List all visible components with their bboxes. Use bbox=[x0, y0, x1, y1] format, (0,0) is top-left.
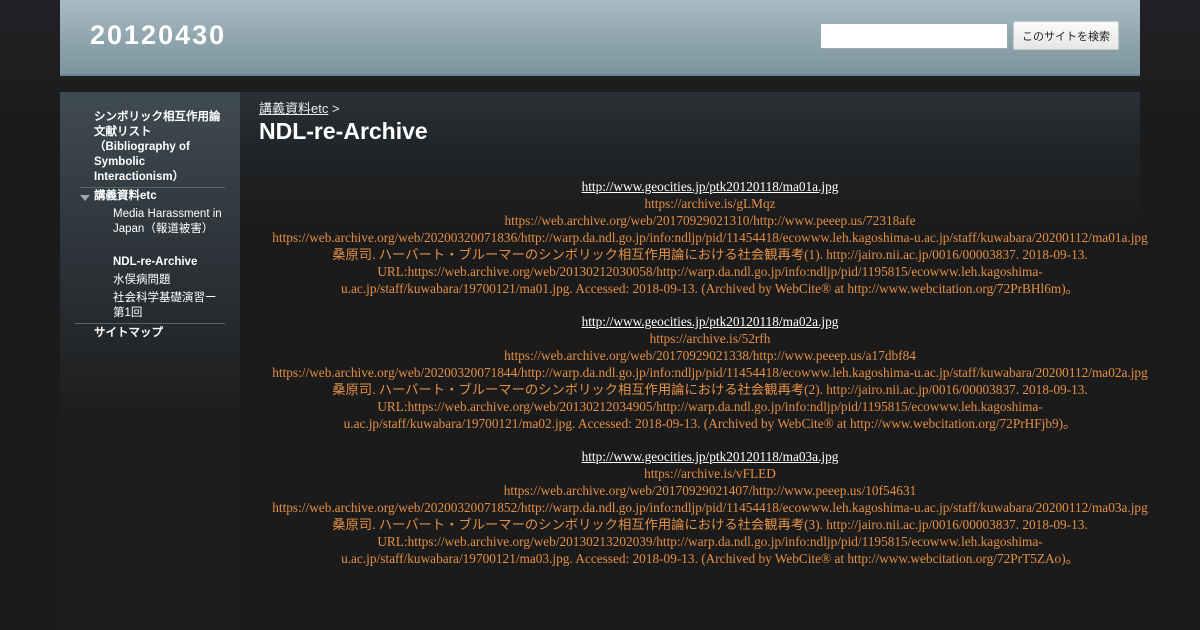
wayback-ndl-link[interactable]: https://web.archive.org/web/202003200718… bbox=[270, 499, 1150, 516]
sidebar-nav: シンボリック相互作用論文献リスト（Bibliography of Symboli… bbox=[60, 92, 240, 630]
citation-text: 桑原司. ハーバート・ブルーマーのシンボリック相互作用論における社会観再考(3)… bbox=[332, 517, 1088, 566]
citation-text: 桑原司. ハーバート・ブルーマーのシンボリック相互作用論における社会観再考(2)… bbox=[332, 382, 1088, 431]
search-button[interactable]: このサイトを検索 bbox=[1013, 21, 1119, 50]
wayback-ndl-link[interactable]: https://web.archive.org/web/202003200718… bbox=[270, 364, 1150, 381]
original-link[interactable]: http://www.geocities.jp/ptk20120118/ma01… bbox=[270, 178, 1150, 195]
original-link[interactable]: http://www.geocities.jp/ptk20120118/ma02… bbox=[270, 313, 1150, 330]
sidebar-item-bibliography[interactable]: シンボリック相互作用論文献リスト（Bibliography of Symboli… bbox=[94, 110, 224, 185]
archive-entry: http://www.geocities.jp/ptk20120118/ma03… bbox=[270, 448, 1150, 567]
archive-entries: http://www.geocities.jp/ptk20120118/ma01… bbox=[270, 178, 1150, 583]
sidebar-divider bbox=[80, 187, 225, 188]
original-link[interactable]: http://www.geocities.jp/ptk20120118/ma03… bbox=[270, 448, 1150, 465]
wayback-peeep-link[interactable]: https://web.archive.org/web/201709290213… bbox=[270, 212, 1150, 229]
breadcrumb: 講義資料etc > bbox=[259, 98, 340, 117]
archive-entry: http://www.geocities.jp/ptk20120118/ma01… bbox=[270, 178, 1150, 297]
archive-entry: http://www.geocities.jp/ptk20120118/ma02… bbox=[270, 313, 1150, 432]
archive-is-link[interactable]: https://archive.is/vFLED bbox=[270, 465, 1150, 482]
archive-is-link[interactable]: https://archive.is/52rfh bbox=[270, 330, 1150, 347]
wayback-ndl-link[interactable]: https://web.archive.org/web/202003200718… bbox=[270, 229, 1150, 246]
expand-triangle-icon[interactable] bbox=[80, 195, 90, 201]
sidebar-item-lecture-materials[interactable]: 講義資料etc bbox=[94, 189, 157, 204]
sidebar-item-media-harassment[interactable]: Media Harassment in Japan（報道被害） bbox=[113, 207, 225, 237]
archive-is-link[interactable]: https://archive.is/gLMqz bbox=[270, 195, 1150, 212]
wayback-peeep-link[interactable]: https://web.archive.org/web/201709290213… bbox=[270, 347, 1150, 364]
search-input[interactable] bbox=[820, 23, 1008, 49]
sidebar-item-sitemap[interactable]: サイトマップ bbox=[94, 326, 163, 341]
sidebar-item-minamata[interactable]: 水俣病問題 bbox=[113, 273, 171, 288]
wayback-peeep-link[interactable]: https://web.archive.org/web/201709290214… bbox=[270, 482, 1150, 499]
page-title: NDL-re-Archive bbox=[259, 118, 428, 144]
breadcrumb-link[interactable]: 講義資料etc bbox=[259, 101, 328, 116]
sidebar-divider bbox=[75, 323, 225, 324]
site-title-link[interactable]: 20120430 bbox=[90, 20, 226, 51]
sidebar-item-ndl-re-archive[interactable]: NDL-re-Archive bbox=[113, 255, 197, 270]
sidebar-item-seminar[interactable]: 社会科学基礎演習ー第1回 bbox=[113, 291, 225, 321]
citation-text: 桑原司. ハーバート・ブルーマーのシンボリック相互作用論における社会観再考(1)… bbox=[332, 247, 1088, 296]
main-content: 講義資料etc > NDL-re-Archive http://www.geoc… bbox=[240, 92, 1148, 630]
breadcrumb-separator: > bbox=[331, 101, 340, 116]
site-header: 20120430 このサイトを検索 bbox=[60, 0, 1140, 76]
